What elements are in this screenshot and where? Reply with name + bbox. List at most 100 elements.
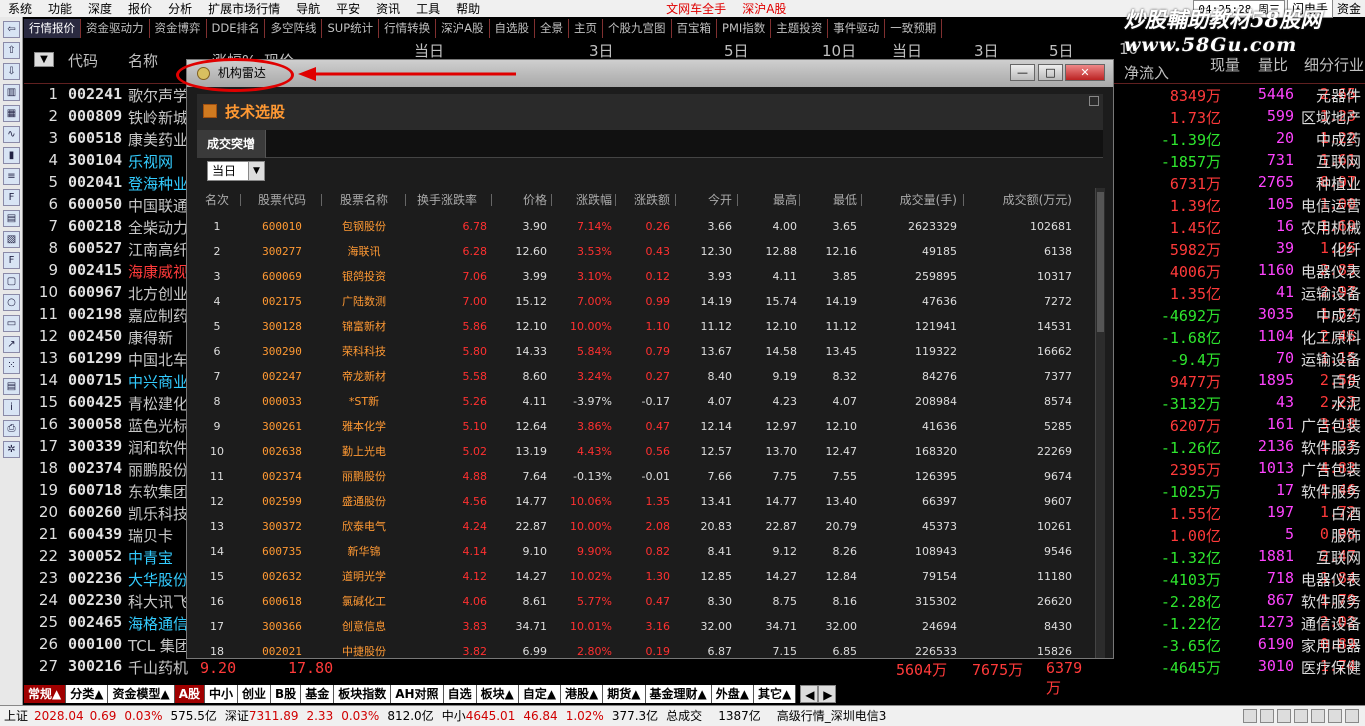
tab-grid9[interactable]: 个股九宫图 [603,19,672,38]
menu-extended-market[interactable]: 扩展市场行情 [200,0,288,17]
btab-sme[interactable]: 中小 [205,685,239,703]
list-item[interactable]: 18 002021 中捷股份 3.82 6.99 2.80% 0.19 6.87 7.15 6.8… [197,639,1097,658]
header-volume-ratio[interactable]: 量比 [1258,54,1288,75]
lock-icon[interactable] [1294,709,1308,723]
circle-icon[interactable]: ○ [3,294,20,311]
col-turnover[interactable]: 换手涨跌率 [407,188,487,212]
bar-chart-icon[interactable]: ▮ [3,147,20,164]
column-menu-dropdown[interactable]: ▼ [34,52,54,67]
tab-sup-stats[interactable]: SUP统计 [322,19,380,38]
col-high[interactable]: 最高 [742,188,797,212]
list-item[interactable]: 6 300290 荣科科技 5.80 14.33 5.84% 0.79 13.67 14.58 1… [197,339,1097,364]
menu-help[interactable]: 帮助 [448,0,488,17]
sh-value[interactable]: 2028.04 [32,706,86,726]
header-5d[interactable]: 5日 [724,40,749,61]
header-3d-2[interactable]: 3日 [974,40,999,61]
tab-panorama[interactable]: 全景 [535,19,570,38]
scrollbar-thumb[interactable] [1097,192,1104,332]
col-price[interactable]: 价格 [492,188,547,212]
window-icon[interactable]: ▢ [3,273,20,290]
zx-value[interactable]: 4645.01 [466,706,520,726]
tab-capital-game[interactable]: 资金博弈 [150,19,207,38]
btab-watchlist[interactable]: 自选 [443,685,477,703]
list-item[interactable]: 9 300261 雅本化学 5.10 12.64 3.86% 0.47 12.14 12.97 1… [197,414,1097,439]
col-rank[interactable]: 名次 [197,188,237,212]
minimize-button[interactable]: — [1010,64,1035,81]
user-icon[interactable] [1345,709,1359,723]
collapse-icon[interactable] [1089,96,1099,106]
sz-value[interactable]: 7311.89 [249,706,303,726]
menu-function[interactable]: 功能 [40,0,80,17]
header-industry[interactable]: 细分行业 [1304,54,1364,75]
printer-icon[interactable]: ⎙ [3,420,20,437]
tab-a-shares[interactable]: 深沪A股 [436,19,490,38]
up-arrow-icon[interactable]: ⇧ [3,42,20,59]
alert-icon[interactable] [1277,709,1291,723]
btab-b-shares[interactable]: B股 [271,685,302,703]
btab-custom[interactable]: 自定▲ [518,685,562,703]
menu-news[interactable]: 资讯 [368,0,408,17]
col-code[interactable]: 股票代码 [247,188,317,212]
network-icon[interactable] [1243,709,1257,723]
tab-quote[interactable]: 行情报价 [24,19,81,38]
list-item[interactable]: 7 002247 帝龙新材 5.58 8.60 3.24% 0.27 8.40 9.19 8.32… [197,364,1097,389]
tab-quote-switch[interactable]: 行情转换 [379,19,437,38]
tab-dde-rank[interactable]: DDE排名 [207,19,266,38]
folder-icon[interactable]: ▭ [3,315,20,332]
menu-tools[interactable]: 工具 [408,0,448,17]
list-item[interactable]: 1 600010 包钢股份 6.78 3.90 7.14% 0.26 3.66 4.00 3.65… [197,214,1097,239]
col-change-amt[interactable]: 涨跌额 [615,188,670,212]
col-name[interactable]: 股票名称 [325,188,403,212]
header-netflow[interactable]: 净流入 [1124,62,1169,83]
header-10d[interactable]: 10日 [822,40,856,61]
btab-capital-model[interactable]: 资金模型▲ [108,685,175,703]
header-name[interactable]: 名称 [128,50,158,71]
list-item[interactable]: 16 600618 氯碱化工 4.06 8.61 5.77% 0.47 8.30 8.75 8.1… [197,589,1097,614]
list-item[interactable]: 14 600735 新华锦 4.14 9.10 9.90% 0.82 8.41 9.12 8.26… [197,539,1097,564]
header-today-2[interactable]: 当日 [892,40,922,61]
menu-navigation[interactable]: 导航 [288,0,328,17]
btab-fund[interactable]: 基金 [301,685,335,703]
tab-event[interactable]: 事件驱动 [828,19,886,38]
menu-pingan[interactable]: 平安 [328,0,368,17]
menu-center-link-1[interactable]: 文网车全手 [658,0,734,17]
list-item[interactable]: 17 300366 创意信息 3.83 34.71 10.01% 3.16 32.00 34.7… [197,614,1097,639]
btab-sector-index[interactable]: 板块指数 [334,685,392,703]
col-low[interactable]: 最低 [802,188,857,212]
sound-icon[interactable] [1328,709,1342,723]
btab-fund-finance[interactable]: 基金理财▲ [645,685,712,703]
header-volume[interactable]: 现量 [1210,54,1240,75]
close-button[interactable]: ✕ [1065,64,1105,81]
line-chart-icon[interactable]: ∿ [3,126,20,143]
header-3d[interactable]: 3日 [589,40,614,61]
col-change-pct[interactable]: 涨跌幅 [552,188,612,212]
header-5d-2[interactable]: 5日 [1049,40,1074,61]
header-today[interactable]: 当日 [414,40,444,61]
list-item[interactable]: 10 002638 勤上光电 5.02 13.19 4.43% 0.56 12.57 13.70… [197,439,1097,464]
message-icon[interactable] [1260,709,1274,723]
list-item[interactable]: 2 300277 海联讯 6.28 12.60 3.53% 0.43 12.30 12.88 12… [197,239,1097,264]
btab-foreign[interactable]: 外盘▲ [711,685,754,703]
tab-capital-drive[interactable]: 资金驱动力 [81,19,150,38]
list-item[interactable]: 5 300128 锦富新材 5.86 12.10 10.00% 1.10 11.12 12.10… [197,314,1097,339]
chart-up-icon[interactable]: ↗ [3,336,20,353]
table-icon[interactable]: ▦ [3,105,20,122]
fund-icon[interactable]: F [3,252,20,269]
down-arrow-icon[interactable]: ⇩ [3,63,20,80]
btab-category[interactable]: 分类▲ [66,685,109,703]
btab-futures[interactable]: 期货▲ [603,685,646,703]
report-icon[interactable]: ▧ [3,231,20,248]
col-value[interactable]: 成交额(万元) [967,188,1072,212]
tab-theme[interactable]: 主题投资 [771,19,829,38]
subtab-volume-surge[interactable]: 成交突增 [197,130,267,158]
f10-icon[interactable]: F [3,189,20,206]
list-item[interactable]: 3 600069 银鸽投资 7.06 3.99 3.10% 0.12 3.93 4.11 3.85… [197,264,1097,289]
list-item[interactable]: 11 002374 丽鹏股份 4.88 7.64 -0.13% -0.01 7.66 7.75 7… [197,464,1097,489]
back-arrow-icon[interactable]: ⇦ [3,21,20,38]
layout-icon[interactable] [1311,709,1325,723]
menu-system[interactable]: 系统 [0,0,40,17]
period-select[interactable]: 当日 ▼ [207,161,265,181]
col-open[interactable]: 今开 [677,188,732,212]
list-item[interactable]: 12 002599 盛通股份 4.56 14.77 10.06% 1.35 13.41 14.7… [197,489,1097,514]
list-item[interactable]: 13 300372 欣泰电气 4.24 22.87 10.00% 2.08 20.83 22.8… [197,514,1097,539]
